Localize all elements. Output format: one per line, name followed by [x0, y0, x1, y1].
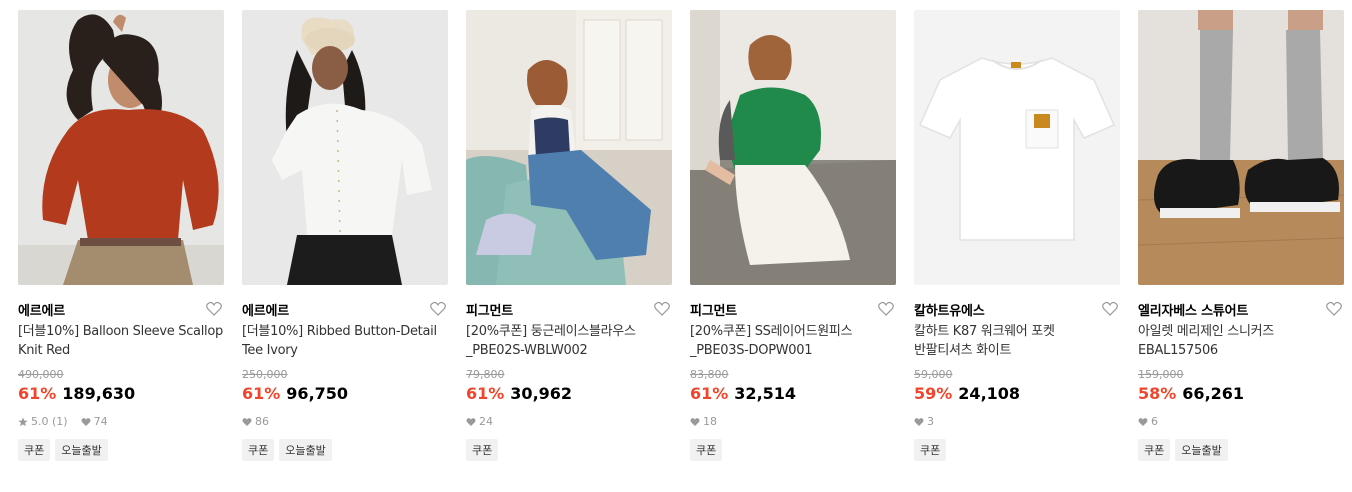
heart-icon	[81, 417, 91, 426]
price-row: 61% 189,630	[18, 384, 135, 403]
tag-coupon: 쿠폰	[914, 439, 947, 461]
brand-name[interactable]: 엘리자베스 스튜어트	[1138, 300, 1248, 319]
heart-outline-icon[interactable]	[1102, 301, 1118, 316]
price-row: 61% 32,514	[690, 384, 796, 403]
sale-price: 189,630	[62, 384, 136, 403]
tag-coupon: 쿠폰	[690, 439, 723, 461]
brand-name[interactable]: 피그먼트	[466, 300, 513, 319]
tag-coupon: 쿠폰	[1138, 439, 1171, 461]
product-name[interactable]: [더블10%] Ribbed Button-Detail Tee Ivory	[242, 322, 448, 360]
tag-list: 쿠폰 오늘출발	[242, 439, 332, 461]
tag-coupon: 쿠폰	[242, 439, 275, 461]
product-name[interactable]: 칼하트 K87 워크웨어 포켓 반팔티셔츠 화이트	[914, 322, 1120, 360]
product-meta: 3	[914, 415, 934, 428]
price-row: 61% 96,750	[242, 384, 348, 403]
tag-same-day-ship: 오늘출발	[1175, 439, 1228, 461]
heart-icon	[466, 417, 476, 426]
tag-list: 쿠폰 오늘출발	[1138, 439, 1228, 461]
like-count: 74	[93, 415, 108, 428]
tag-list: 쿠폰	[914, 439, 947, 461]
sale-price: 96,750	[286, 384, 349, 403]
discount-rate: 61%	[690, 384, 729, 403]
heart-outline-icon[interactable]	[1326, 301, 1342, 316]
product-card[interactable]: 에르에르 [더블10%] Balloon Sleeve Scallop Knit…	[18, 10, 224, 480]
product-card[interactable]: 엘리자베스 스튜어트 아일렛 메리제인 스니커즈 EBAL157506 159,…	[1138, 10, 1344, 480]
like-count: 6	[1151, 415, 1158, 428]
heart-icon	[242, 417, 252, 426]
heart-outline-icon[interactable]	[878, 301, 894, 316]
product-meta: 24	[466, 415, 493, 428]
product-card[interactable]: 에르에르 [더블10%] Ribbed Button-Detail Tee Iv…	[242, 10, 448, 480]
like-count: 3	[927, 415, 934, 428]
rating-text: 5.0 (1)	[31, 415, 68, 428]
like-count: 24	[479, 415, 493, 428]
original-price: 83,800	[690, 368, 729, 381]
original-price: 250,000	[242, 368, 288, 381]
heart-outline-icon[interactable]	[430, 301, 446, 316]
original-price: 59,000	[914, 368, 953, 381]
brand-name[interactable]: 에르에르	[18, 300, 65, 319]
price-row: 59% 24,108	[914, 384, 1020, 403]
product-image[interactable]	[690, 10, 896, 285]
product-card[interactable]: 피그먼트 [20%쿠폰] 둥근레이스블라우스 _PBE02S-WBLW002 7…	[466, 10, 672, 480]
product-image[interactable]	[914, 10, 1120, 285]
sale-price: 30,962	[510, 384, 573, 403]
discount-rate: 61%	[466, 384, 505, 403]
tag-same-day-ship: 오늘출발	[55, 439, 108, 461]
heart-outline-icon[interactable]	[654, 301, 670, 316]
star-icon	[18, 417, 28, 426]
product-meta: 18	[690, 415, 717, 428]
brand-name[interactable]: 에르에르	[242, 300, 289, 319]
heart-icon	[914, 417, 924, 426]
heart-icon	[1138, 417, 1148, 426]
like-count: 18	[703, 415, 717, 428]
sale-price: 32,514	[734, 384, 797, 403]
discount-rate: 59%	[914, 384, 953, 403]
tag-list: 쿠폰	[466, 439, 499, 461]
product-meta: 86	[242, 415, 269, 428]
product-grid: 에르에르 [더블10%] Balloon Sleeve Scallop Knit…	[0, 0, 1352, 492]
product-image[interactable]	[18, 10, 224, 285]
heart-icon	[690, 417, 700, 426]
like-count: 86	[255, 415, 269, 428]
original-price: 159,000	[1138, 368, 1184, 381]
brand-name[interactable]: 칼하트유에스	[914, 300, 985, 319]
price-row: 61% 30,962	[466, 384, 572, 403]
product-image[interactable]	[242, 10, 448, 285]
tag-list: 쿠폰	[690, 439, 723, 461]
discount-rate: 61%	[242, 384, 281, 403]
discount-rate: 61%	[18, 384, 57, 403]
product-card[interactable]: 칼하트유에스 칼하트 K87 워크웨어 포켓 반팔티셔츠 화이트 59,000 …	[914, 10, 1120, 480]
price-row: 58% 66,261	[1138, 384, 1244, 403]
discount-rate: 58%	[1138, 384, 1177, 403]
tag-list: 쿠폰 오늘출발	[18, 439, 108, 461]
product-name[interactable]: [20%쿠폰] SS레이어드원피스 _PBE03S-DOPW001	[690, 322, 896, 360]
original-price: 79,800	[466, 368, 505, 381]
brand-name[interactable]: 피그먼트	[690, 300, 737, 319]
original-price: 490,000	[18, 368, 64, 381]
product-image[interactable]	[1138, 10, 1344, 285]
product-image[interactable]	[466, 10, 672, 285]
product-meta: 6	[1138, 415, 1158, 428]
tag-same-day-ship: 오늘출발	[279, 439, 332, 461]
product-name[interactable]: 아일렛 메리제인 스니커즈 EBAL157506	[1138, 322, 1344, 360]
product-name[interactable]: [더블10%] Balloon Sleeve Scallop Knit Red	[18, 322, 224, 360]
heart-outline-icon[interactable]	[206, 301, 222, 316]
tag-coupon: 쿠폰	[18, 439, 51, 461]
product-name[interactable]: [20%쿠폰] 둥근레이스블라우스 _PBE02S-WBLW002	[466, 322, 672, 360]
tag-coupon: 쿠폰	[466, 439, 499, 461]
product-meta: 5.0 (1) 74	[18, 415, 108, 428]
product-card[interactable]: 피그먼트 [20%쿠폰] SS레이어드원피스 _PBE03S-DOPW001 8…	[690, 10, 896, 480]
sale-price: 24,108	[958, 384, 1021, 403]
sale-price: 66,261	[1182, 384, 1245, 403]
